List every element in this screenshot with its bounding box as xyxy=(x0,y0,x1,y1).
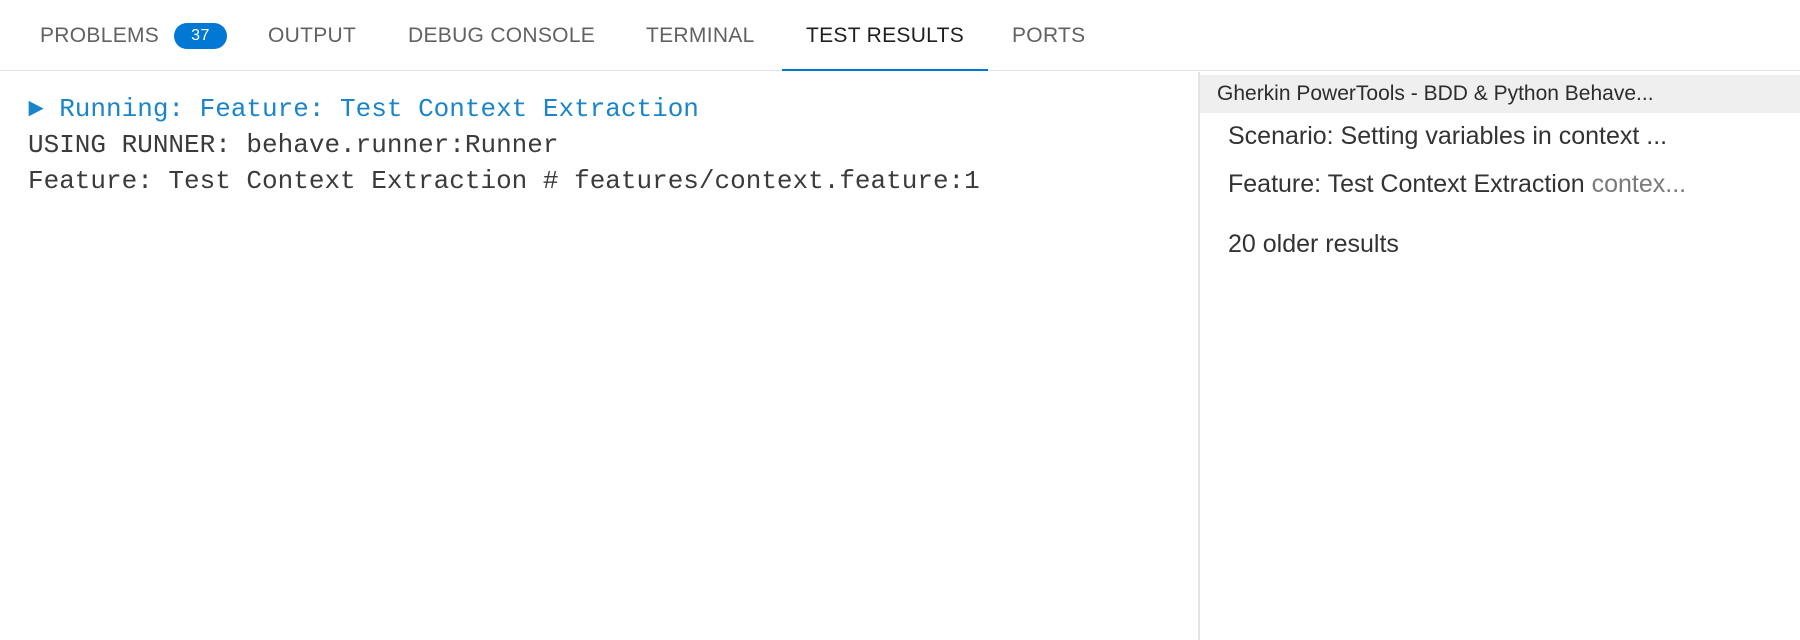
problems-count-badge: 37 xyxy=(174,22,227,49)
result-item-label: Scenario: Setting variables in context .… xyxy=(1228,122,1668,150)
active-tab-indicator xyxy=(782,69,988,71)
tab-problems-label: PROBLEMS xyxy=(40,23,160,47)
result-item-scenario[interactable]: Scenario: Setting variables in context .… xyxy=(1228,122,1667,151)
tab-test-results-label: TEST RESULTS xyxy=(806,23,965,47)
tab-ports-label: PORTS xyxy=(1012,23,1086,47)
tab-output[interactable]: OUTPUT xyxy=(268,0,356,71)
tab-problems[interactable]: PROBLEMS 37 xyxy=(40,0,227,71)
tab-output-label: OUTPUT xyxy=(268,23,357,47)
test-output-view[interactable]: ► Running: Feature: Test Context Extract… xyxy=(0,72,1198,640)
result-item-description: contex... xyxy=(1591,170,1687,198)
tab-debug-console-label: DEBUG CONSOLE xyxy=(408,23,596,47)
result-item-label: Feature: Test Context Extraction xyxy=(1228,170,1585,198)
older-results-link[interactable]: 20 older results xyxy=(1228,230,1399,259)
tab-terminal-label: TERMINAL xyxy=(646,23,755,47)
output-line-running: ► Running: Feature: Test Context Extract… xyxy=(28,94,699,124)
test-results-list: Gherkin PowerTools - BDD & Python Behave… xyxy=(1200,72,1800,640)
tab-test-results[interactable]: TEST RESULTS xyxy=(806,0,964,71)
tab-debug-console[interactable]: DEBUG CONSOLE xyxy=(408,0,595,71)
tab-terminal[interactable]: TERMINAL xyxy=(646,0,755,71)
output-line-runner: USING RUNNER: behave.runner:Runner xyxy=(28,130,559,160)
result-item-feature[interactable]: Feature: Test Context Extraction contex.… xyxy=(1228,170,1686,199)
panel-tab-bar: PROBLEMS 37 OUTPUT DEBUG CONSOLE TERMINA… xyxy=(0,0,1800,71)
tab-ports[interactable]: PORTS xyxy=(1012,0,1085,71)
output-line-feature: Feature: Test Context Extraction # featu… xyxy=(28,166,980,196)
results-group-header[interactable]: Gherkin PowerTools - BDD & Python Behave… xyxy=(1200,75,1800,113)
